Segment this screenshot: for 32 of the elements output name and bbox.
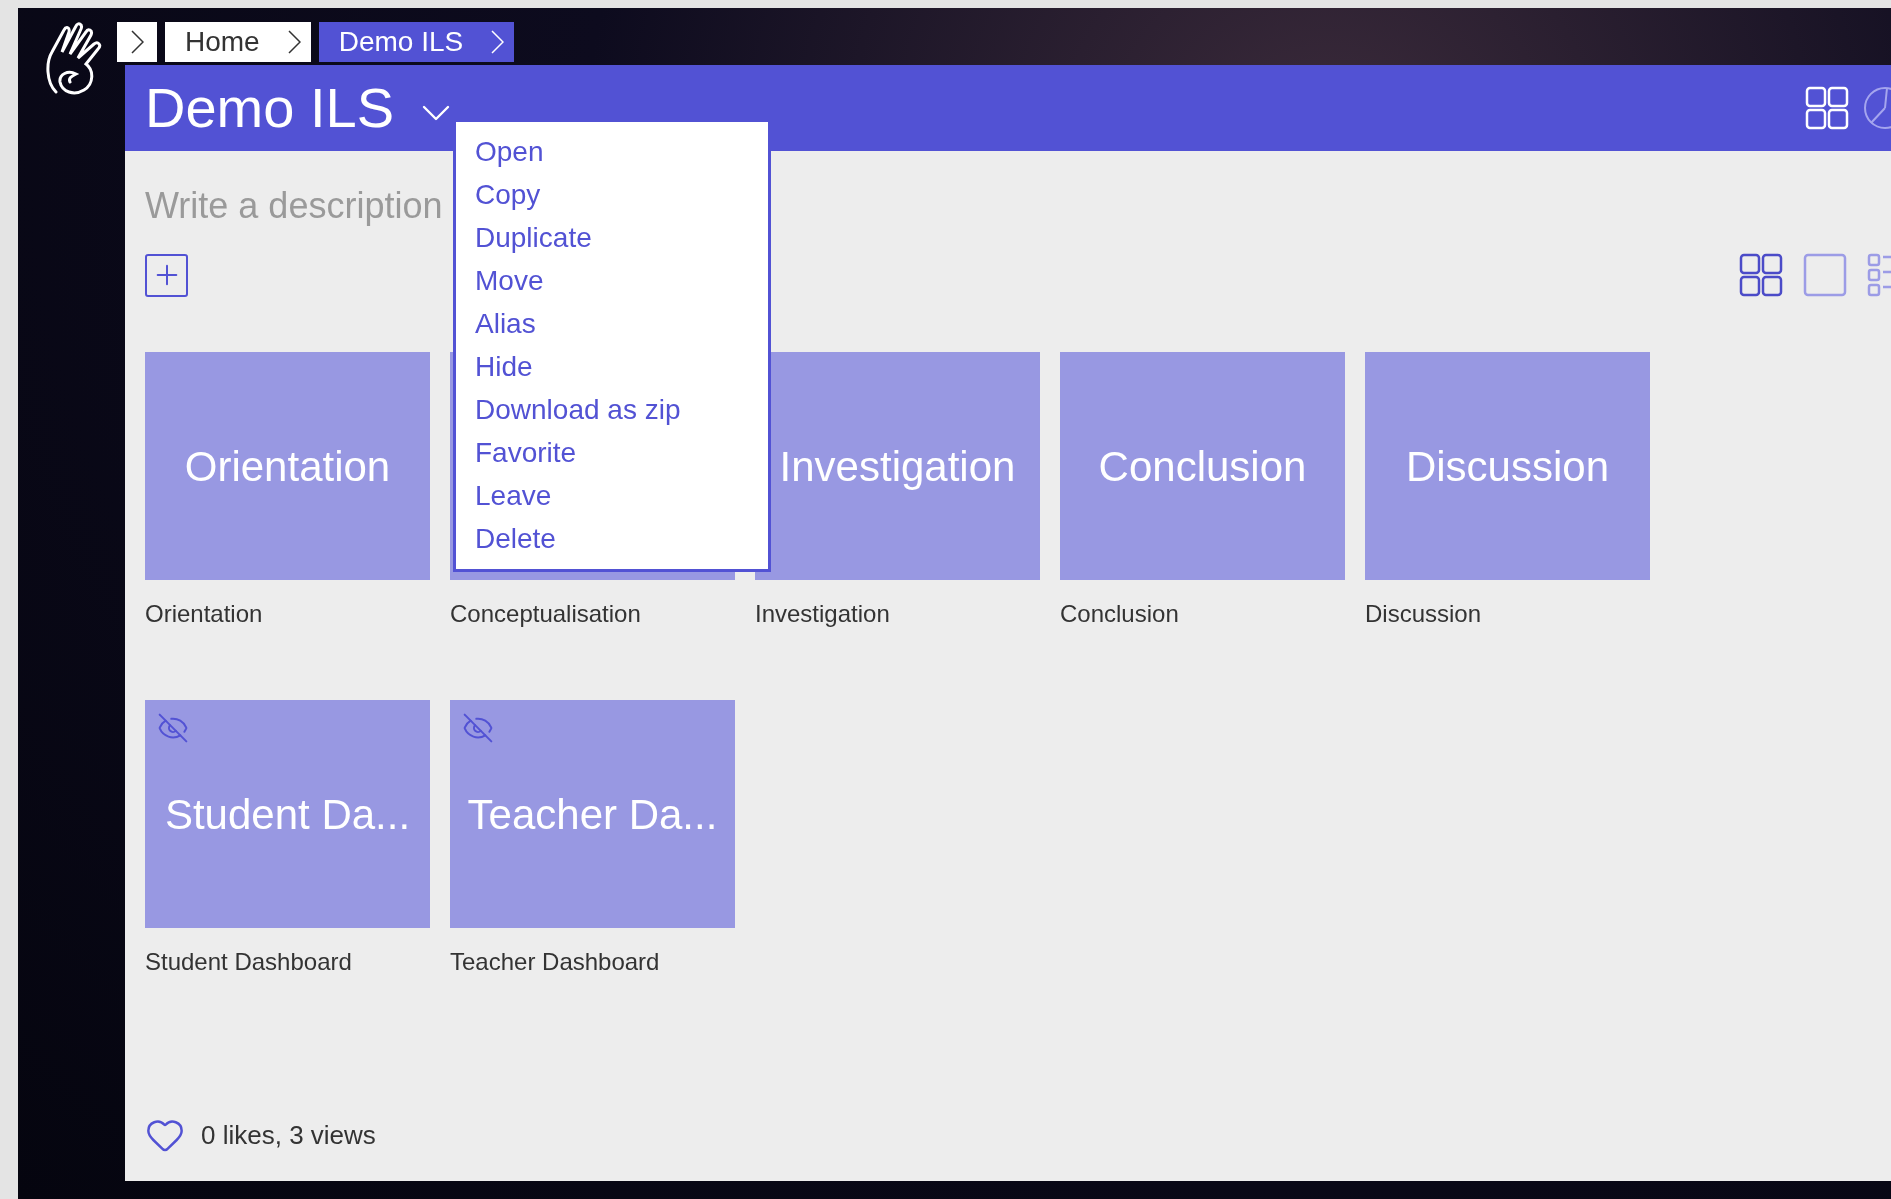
chevron-right-icon bbox=[130, 30, 144, 54]
breadcrumb-link[interactable]: Home bbox=[165, 22, 311, 62]
add-button[interactable] bbox=[145, 253, 188, 297]
card-title: Orientation bbox=[184, 441, 391, 492]
card-title: Conclusion bbox=[1098, 441, 1307, 492]
card-label: Conclusion bbox=[1060, 599, 1180, 629]
likes-views-text: 0 likes, 3 views bbox=[201, 1118, 376, 1152]
card-label: Student Dashboard bbox=[145, 947, 353, 977]
grid-icon[interactable] bbox=[1805, 86, 1849, 130]
card-title: Investigation bbox=[779, 441, 1016, 492]
breadcrumb-root[interactable] bbox=[117, 22, 157, 62]
card-title: Teacher Da... bbox=[467, 789, 718, 840]
card-title: Student Da... bbox=[164, 789, 411, 840]
grid-view-icon[interactable] bbox=[1739, 253, 1783, 297]
card-label: Conceptualisation bbox=[450, 599, 642, 629]
menu-item[interactable]: Copy bbox=[475, 177, 768, 213]
menu-item[interactable]: Open bbox=[475, 134, 768, 170]
menu-item[interactable]: Move bbox=[475, 263, 768, 299]
card-label: Orientation bbox=[145, 599, 264, 629]
chevron-right-icon bbox=[491, 30, 505, 54]
eye-off-icon bbox=[157, 712, 189, 744]
card-label: Investigation bbox=[755, 599, 891, 629]
menu-item[interactable]: Alias bbox=[475, 306, 768, 342]
card-title: Discussion bbox=[1405, 441, 1610, 492]
pie-chart-icon[interactable] bbox=[1863, 86, 1891, 130]
card-label: Discussion bbox=[1365, 599, 1483, 629]
chevron-right-icon bbox=[287, 30, 301, 54]
menu-item[interactable]: Duplicate bbox=[475, 220, 768, 256]
breadcrumb-link[interactable]: Demo ILS bbox=[318, 22, 515, 62]
eye-off-icon bbox=[462, 712, 494, 744]
page-title: Demo ILS bbox=[145, 80, 394, 136]
card-label: Teacher Dashboard bbox=[450, 947, 661, 977]
